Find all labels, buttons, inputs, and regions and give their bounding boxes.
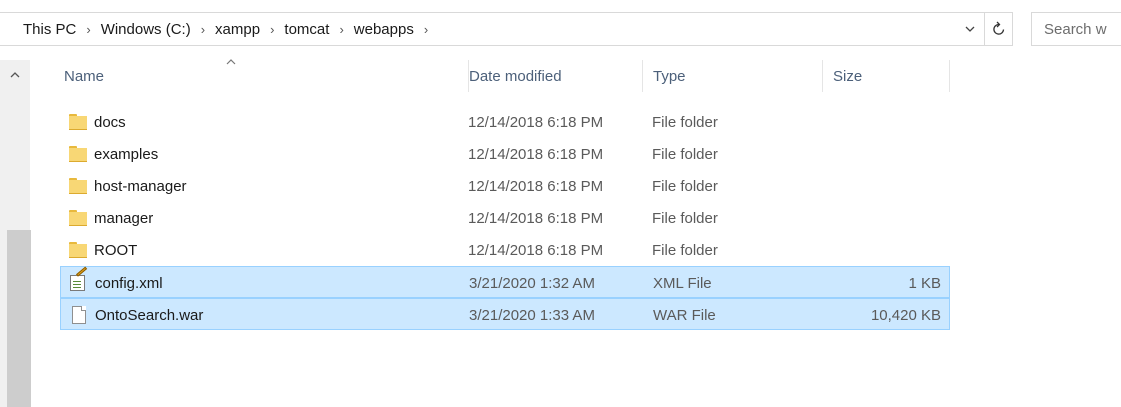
file-size xyxy=(832,106,940,138)
address-history-dropdown[interactable] xyxy=(955,14,985,44)
file-name: ROOT xyxy=(94,241,138,259)
list-item[interactable]: manager 12/14/2018 6:18 PM File folder xyxy=(60,202,950,234)
scrollbar-thumb[interactable] xyxy=(7,230,31,407)
file-date-modified: 3/21/2020 1:33 AM xyxy=(469,306,595,324)
refresh-icon xyxy=(992,21,1004,35)
list-item[interactable]: host-manager 12/14/2018 6:18 PM File fol… xyxy=(60,170,950,202)
file-type: File folder xyxy=(652,113,718,131)
breadcrumb-separator-icon[interactable]: › xyxy=(86,22,90,37)
breadcrumb-separator-icon[interactable]: › xyxy=(270,22,274,37)
file-date-modified: 12/14/2018 6:18 PM xyxy=(468,177,604,195)
folder-icon xyxy=(68,202,88,234)
breadcrumb-webapps[interactable]: webapps xyxy=(354,21,414,38)
column-header-type[interactable]: Type xyxy=(642,60,822,92)
breadcrumb-separator-icon[interactable]: › xyxy=(339,22,343,37)
column-header-row: Name Date modified Type Size xyxy=(30,60,980,92)
list-item[interactable]: examples 12/14/2018 6:18 PM File folder xyxy=(60,138,950,170)
address-bar[interactable]: This PC › Windows (C:) › xampp › tomcat … xyxy=(0,12,985,46)
file-type: File folder xyxy=(652,241,718,259)
breadcrumb-windows-c[interactable]: Windows (C:) xyxy=(101,21,191,38)
file-list: docs 12/14/2018 6:18 PM File folder exam… xyxy=(60,106,950,330)
column-header-date-label: Date modified xyxy=(469,67,562,85)
file-size xyxy=(832,170,940,202)
column-header-date-modified[interactable]: Date modified xyxy=(468,60,642,92)
column-header-name[interactable]: Name xyxy=(64,60,460,92)
xml-file-icon xyxy=(69,266,89,299)
file-date-modified: 12/14/2018 6:18 PM xyxy=(468,113,604,131)
file-name: config.xml xyxy=(95,274,163,292)
file-name: OntoSearch.war xyxy=(95,306,204,324)
search-input[interactable]: Search w xyxy=(1031,12,1121,46)
file-date-modified: 12/14/2018 6:18 PM xyxy=(468,209,604,227)
file-size xyxy=(832,202,940,234)
column-header-name-label: Name xyxy=(64,67,105,85)
file-size xyxy=(832,138,940,170)
file-explorer-window: This PC › Windows (C:) › xampp › tomcat … xyxy=(0,0,1121,407)
address-bar-row: This PC › Windows (C:) › xampp › tomcat … xyxy=(0,0,1121,60)
folder-icon xyxy=(68,138,88,170)
list-item-selected[interactable]: config.xml 3/21/2020 1:32 AM XML File 1 … xyxy=(60,266,950,298)
column-header-type-label: Type xyxy=(653,67,686,85)
file-name: host-manager xyxy=(94,177,187,195)
file-name: docs xyxy=(94,113,126,131)
chevron-down-icon xyxy=(965,26,975,32)
breadcrumb-separator-icon[interactable]: › xyxy=(201,22,205,37)
file-name: manager xyxy=(94,209,154,227)
file-size: 10,420 KB xyxy=(870,306,941,324)
file-type: File folder xyxy=(652,145,718,163)
list-item[interactable]: docs 12/14/2018 6:18 PM File folder xyxy=(60,106,950,138)
breadcrumb-separator-icon[interactable]: › xyxy=(424,22,428,37)
file-size: 1 KB xyxy=(908,274,941,292)
refresh-button[interactable] xyxy=(985,12,1013,46)
column-header-size[interactable]: Size xyxy=(822,60,950,92)
list-item-selected[interactable]: OntoSearch.war 3/21/2020 1:33 AM WAR Fil… xyxy=(60,298,950,330)
file-type: File folder xyxy=(652,177,718,195)
folder-icon xyxy=(68,106,88,138)
file-size xyxy=(832,234,940,266)
file-type: File folder xyxy=(652,209,718,227)
file-date-modified: 12/14/2018 6:18 PM xyxy=(468,241,604,259)
file-type: XML File xyxy=(653,274,712,292)
file-type: WAR File xyxy=(653,306,716,324)
breadcrumb-tomcat[interactable]: tomcat xyxy=(284,21,329,38)
file-icon xyxy=(69,299,89,331)
chevron-up-icon xyxy=(10,71,20,77)
breadcrumb-this-pc[interactable]: This PC xyxy=(23,21,76,38)
folder-icon xyxy=(68,234,88,266)
folder-icon xyxy=(68,170,88,202)
vertical-scrollbar[interactable] xyxy=(0,60,31,407)
breadcrumb-xampp[interactable]: xampp xyxy=(215,21,260,38)
file-name: examples xyxy=(94,145,159,163)
scroll-up-button[interactable] xyxy=(0,60,30,88)
column-header-size-label: Size xyxy=(833,67,863,85)
file-date-modified: 3/21/2020 1:32 AM xyxy=(469,274,595,292)
file-date-modified: 12/14/2018 6:18 PM xyxy=(468,145,604,163)
list-item[interactable]: ROOT 12/14/2018 6:18 PM File folder xyxy=(60,234,950,266)
